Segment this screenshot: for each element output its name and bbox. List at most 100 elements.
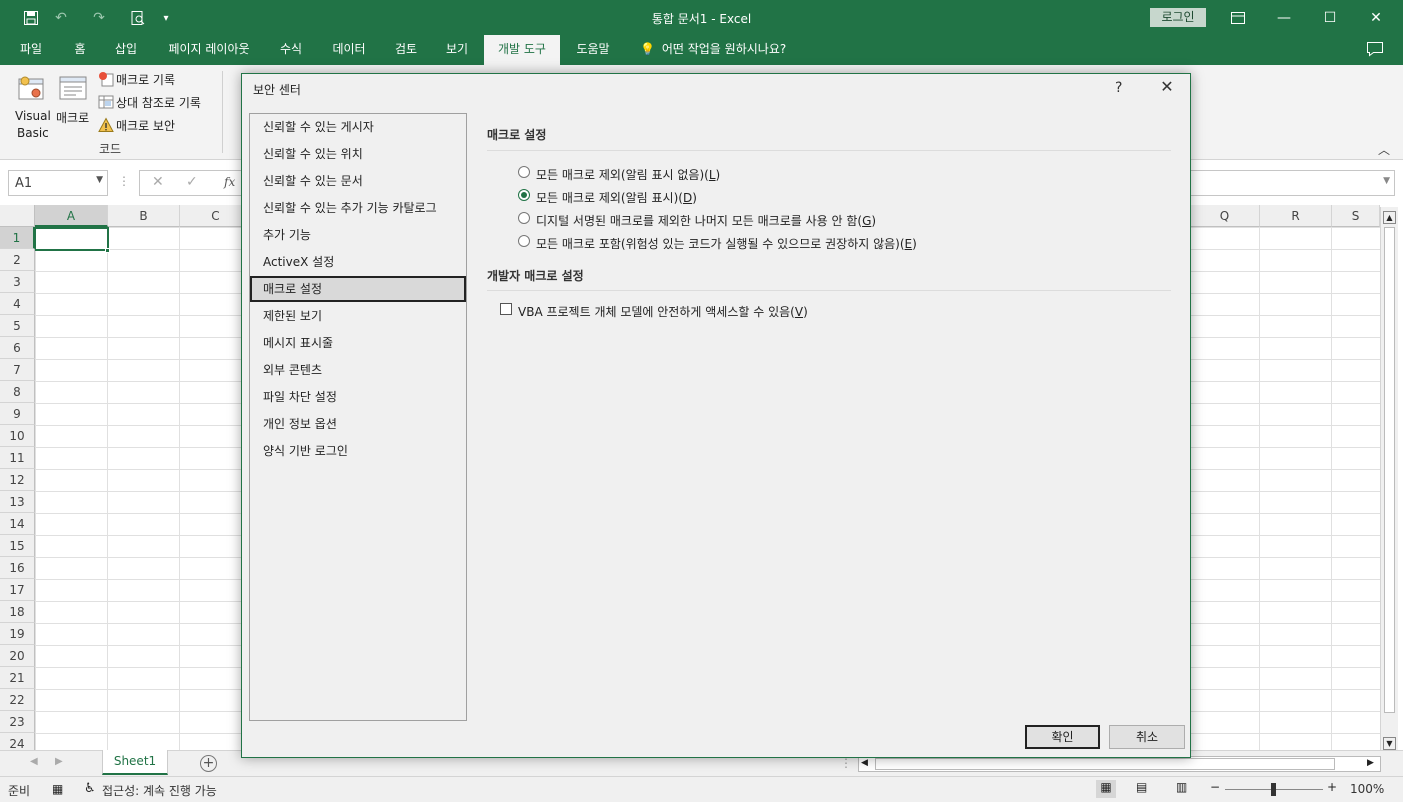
ok-button[interactable]: 확인	[1025, 725, 1100, 749]
row-header[interactable]: 2	[0, 249, 35, 271]
radio-button[interactable]	[518, 235, 530, 247]
scroll-sheets-left-icon[interactable]: ◀	[30, 756, 38, 767]
row-header[interactable]: 4	[0, 293, 35, 315]
tab-review[interactable]: 검토	[386, 35, 426, 65]
zoom-level[interactable]: 100%	[1350, 782, 1384, 796]
row-header[interactable]: 5	[0, 315, 35, 337]
cancel-formula-icon[interactable]: ✕	[152, 174, 164, 190]
fill-handle[interactable]	[105, 248, 110, 253]
new-sheet-icon[interactable]: +	[200, 755, 217, 772]
nav-item-message-bar[interactable]: 메시지 표시줄	[250, 330, 466, 356]
nav-item-trusted-addin-catalogs[interactable]: 신뢰할 수 있는 추가 기능 카탈로그	[250, 195, 466, 221]
nav-item-privacy-options[interactable]: 개인 정보 옵션	[250, 411, 466, 437]
row-header[interactable]: 1	[0, 227, 35, 249]
radio-button[interactable]	[518, 212, 530, 224]
tab-help[interactable]: 도움말	[566, 35, 620, 65]
active-cell[interactable]	[34, 227, 109, 251]
column-header[interactable]: S	[1332, 205, 1380, 227]
checkbox[interactable]	[500, 303, 512, 315]
close-icon[interactable]: ✕	[1353, 0, 1399, 35]
scrollbar-thumb[interactable]	[1384, 227, 1395, 713]
macro-record-status-icon[interactable]: ▦	[52, 782, 63, 796]
nav-item-file-block[interactable]: 파일 차단 설정	[250, 384, 466, 410]
radio-disable-except-signed[interactable]: 디지털 서명된 매크로를 제외한 나머지 모든 매크로를 사용 안 함(G)	[517, 211, 1157, 229]
column-header[interactable]: R	[1260, 205, 1332, 227]
relative-references-button[interactable]: 상대 참조로 기록	[96, 93, 220, 111]
row-header[interactable]: 3	[0, 271, 35, 293]
comments-icon[interactable]	[1366, 41, 1386, 59]
row-header[interactable]: 11	[0, 447, 35, 469]
row-header[interactable]: 19	[0, 623, 35, 645]
row-header[interactable]: 10	[0, 425, 35, 447]
row-header[interactable]: 17	[0, 579, 35, 601]
radio-disable-with-notify[interactable]: 모든 매크로 제외(알림 표시)(D)	[517, 188, 1117, 206]
radio-button[interactable]	[518, 166, 530, 178]
column-header[interactable]: B	[108, 205, 180, 227]
row-header[interactable]: 13	[0, 491, 35, 513]
tab-file[interactable]: 파일	[10, 35, 52, 65]
row-header[interactable]: 15	[0, 535, 35, 557]
maximize-icon[interactable]: ☐	[1307, 0, 1353, 35]
row-header[interactable]: 14	[0, 513, 35, 535]
column-header[interactable]: A	[35, 205, 108, 227]
h-scrollbar-thumb[interactable]	[875, 758, 1335, 770]
zoom-in-icon[interactable]: +	[1327, 780, 1337, 794]
row-header[interactable]: 22	[0, 689, 35, 711]
insert-function-icon[interactable]: fx	[224, 175, 235, 189]
nav-item-activex[interactable]: ActiveX 설정	[250, 249, 466, 275]
row-header[interactable]: 12	[0, 469, 35, 491]
row-header[interactable]: 6	[0, 337, 35, 359]
page-layout-view-icon[interactable]: ▤	[1136, 780, 1147, 794]
row-header[interactable]: 20	[0, 645, 35, 667]
sheet-tab-sheet1[interactable]: Sheet1	[102, 750, 168, 775]
scroll-right-icon[interactable]: ▶	[1367, 758, 1374, 768]
close-icon[interactable]: ✕	[1157, 77, 1177, 99]
tab-view[interactable]: 보기	[436, 35, 478, 65]
tab-home[interactable]: 홈	[64, 35, 96, 65]
horizontal-scrollbar[interactable]: ◀ ▶	[858, 756, 1381, 772]
radio-disable-no-notify[interactable]: 모든 매크로 제외(알림 표시 없음)(L)	[517, 165, 1117, 183]
scroll-up-icon[interactable]: ▲	[1383, 211, 1396, 224]
row-header[interactable]: 21	[0, 667, 35, 689]
row-header[interactable]: 16	[0, 557, 35, 579]
tab-insert[interactable]: 삽입	[106, 35, 146, 65]
accessibility-status[interactable]: 접근성: 계속 진행 가능	[102, 782, 217, 799]
macros-button[interactable]: 매크로	[54, 69, 94, 141]
expand-formula-bar-icon[interactable]: ▼	[1383, 176, 1390, 186]
formula-input[interactable]: ▼	[1190, 170, 1395, 196]
page-break-view-icon[interactable]: ▥	[1176, 780, 1187, 794]
tab-formulas[interactable]: 수식	[270, 35, 312, 65]
cancel-button[interactable]: 취소	[1109, 725, 1185, 749]
nav-item-external-content[interactable]: 외부 콘텐츠	[250, 357, 466, 383]
nav-item-macro-settings[interactable]: 매크로 설정	[250, 276, 466, 302]
enter-formula-icon[interactable]: ✓	[186, 174, 198, 190]
tab-page-layout[interactable]: 페이지 레이아웃	[156, 35, 262, 65]
nav-item-protected-view[interactable]: 제한된 보기	[250, 303, 466, 329]
zoom-out-icon[interactable]: −	[1210, 780, 1220, 794]
collapse-ribbon-icon[interactable]: ︿	[1378, 141, 1394, 157]
macro-security-button[interactable]: 매크로 보안	[96, 116, 216, 134]
scroll-sheets-right-icon[interactable]: ▶	[55, 756, 63, 767]
record-macro-button[interactable]: 매크로 기록	[96, 70, 216, 88]
vertical-scrollbar[interactable]: ▲ ▼	[1380, 207, 1398, 750]
scroll-down-icon[interactable]: ▼	[1383, 737, 1396, 750]
tab-data[interactable]: 데이터	[322, 35, 376, 65]
name-box[interactable]: A1 ▼	[8, 170, 108, 196]
row-header[interactable]: 18	[0, 601, 35, 623]
vba-access-checkbox[interactable]: VBA 프로젝트 개체 모델에 안전하게 액세스할 수 있음(V)	[499, 302, 1099, 320]
select-all-corner[interactable]	[0, 205, 35, 227]
row-header[interactable]: 23	[0, 711, 35, 733]
split-handle-icon[interactable]: ⋮	[840, 756, 852, 770]
row-header[interactable]: 9	[0, 403, 35, 425]
scroll-left-icon[interactable]: ◀	[861, 758, 868, 768]
nav-item-trusted-locations[interactable]: 신뢰할 수 있는 위치	[250, 141, 466, 167]
minimize-icon[interactable]: —	[1261, 0, 1307, 35]
ribbon-display-options-icon[interactable]	[1215, 0, 1261, 35]
column-header[interactable]: Q	[1190, 205, 1260, 227]
nav-item-addins[interactable]: 추가 기능	[250, 222, 466, 248]
zoom-slider-thumb[interactable]	[1271, 783, 1276, 796]
radio-button-selected[interactable]	[518, 189, 530, 201]
visual-basic-button[interactable]: Visual Basic	[10, 69, 52, 141]
nav-item-trusted-documents[interactable]: 신뢰할 수 있는 문서	[250, 168, 466, 194]
row-header[interactable]: 7	[0, 359, 35, 381]
